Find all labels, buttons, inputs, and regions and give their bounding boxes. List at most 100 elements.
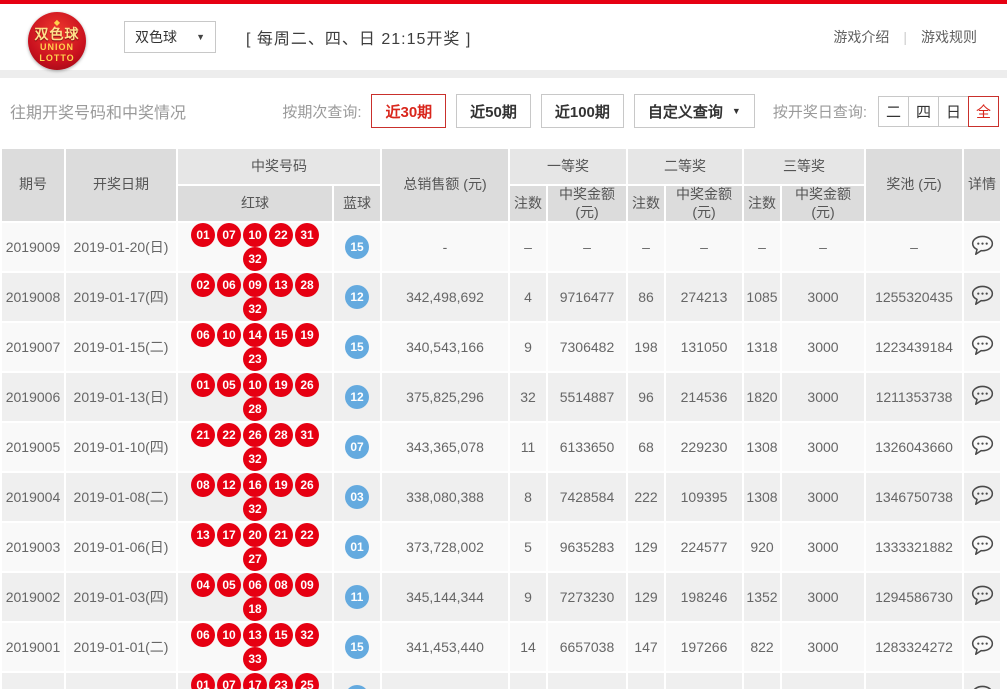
cell-first-count: –	[509, 222, 547, 272]
comment-icon	[971, 635, 994, 656]
detail-comment-button[interactable]	[971, 385, 994, 406]
cell-pool: 1333321882	[865, 522, 963, 572]
cell-first-amount: 6657038	[547, 622, 627, 672]
detail-comment-button[interactable]	[971, 585, 994, 606]
cell-total-sales: 343,365,078	[381, 422, 509, 472]
links-divider: |	[903, 29, 907, 45]
red-ball: 16	[243, 473, 267, 497]
cell-third-count: 1352	[743, 572, 781, 622]
cell-total-sales: 375,825,296	[381, 372, 509, 422]
results-table-body: 20190092019-01-20(日)01071022313215-–––––…	[1, 222, 1001, 689]
detail-comment-button[interactable]	[971, 685, 994, 689]
detail-comment-button[interactable]	[971, 285, 994, 306]
cell-first-count: 5	[509, 522, 547, 572]
cell-date: 2019-01-08(二)	[65, 472, 177, 522]
cell-second-count: 86	[627, 272, 665, 322]
red-ball: 06	[191, 623, 215, 647]
blue-ball: 15	[345, 335, 369, 359]
blue-ball: 03	[345, 485, 369, 509]
cell-second-count: 96	[627, 372, 665, 422]
game-select-value: 双色球	[135, 27, 177, 47]
red-ball: 04	[191, 573, 215, 597]
cell-date: 2019-01-10(四)	[65, 422, 177, 472]
cell-red-balls: 010717232531	[177, 672, 333, 689]
day-filter-button[interactable]: 二	[878, 96, 909, 127]
cell-red-balls: 212226283132	[177, 422, 333, 472]
red-ball: 10	[243, 223, 267, 247]
cell-detail	[963, 222, 1001, 272]
cell-pool: 1211353738	[865, 372, 963, 422]
nav-link-game-intro[interactable]: 游戏介绍	[833, 27, 889, 47]
cell-third-amount: 3000	[781, 622, 865, 672]
cell-third-amount: 3000	[781, 572, 865, 622]
period-filter-button[interactable]: 近50期	[456, 94, 531, 128]
nav-link-game-rules[interactable]: 游戏规则	[921, 27, 977, 47]
red-ball: 23	[243, 347, 267, 371]
blue-ball: 12	[345, 285, 369, 309]
cell-second-amount: 205313	[665, 672, 743, 689]
table-row: 20190052019-01-10(四)21222628313207343,36…	[1, 422, 1001, 472]
red-ball: 05	[217, 573, 241, 597]
red-ball: 01	[191, 673, 215, 689]
cell-pool: 1294586730	[865, 572, 963, 622]
cell-blue-ball: 01	[333, 522, 381, 572]
red-ball: 07	[217, 673, 241, 689]
cell-second-amount: 274213	[665, 272, 743, 322]
cell-third-count: 1318	[743, 322, 781, 372]
cell-red-balls: 131720212227	[177, 522, 333, 572]
red-ball: 27	[243, 547, 267, 571]
custom-query-button[interactable]: 自定义查询▼	[634, 94, 755, 128]
period-query-label: 按期次查询:	[282, 101, 361, 122]
comment-icon	[971, 485, 994, 506]
cell-third-count: 822	[743, 622, 781, 672]
button-label: 自定义查询	[648, 101, 723, 122]
cell-first-amount: 7428584	[547, 472, 627, 522]
day-filter-button[interactable]: 四	[908, 96, 939, 127]
col-second-amount-header: 中奖金额 (元)	[665, 185, 743, 222]
cell-date: 2019-01-17(四)	[65, 272, 177, 322]
table-row: 20190022019-01-03(四)04050608091811345,14…	[1, 572, 1001, 622]
period-filter-button[interactable]: 近100期	[541, 94, 624, 128]
detail-comment-button[interactable]	[971, 235, 994, 256]
red-ball: 32	[243, 297, 267, 321]
table-row: 20181532018-12-30(日)01071723253111363,66…	[1, 672, 1001, 689]
comment-icon	[971, 585, 994, 606]
red-ball: 13	[269, 273, 293, 297]
cell-third-amount: 3000	[781, 522, 865, 572]
detail-comment-button[interactable]	[971, 335, 994, 356]
cell-red-balls: 081216192632	[177, 472, 333, 522]
cell-blue-ball: 11	[333, 572, 381, 622]
cell-first-count: 11	[509, 422, 547, 472]
header-links: 游戏介绍 | 游戏规则	[833, 27, 977, 47]
cell-blue-ball: 12	[333, 372, 381, 422]
red-ball: 06	[243, 573, 267, 597]
cell-first-amount: 7306482	[547, 322, 627, 372]
comment-icon	[971, 285, 994, 306]
day-filter-button[interactable]: 全	[968, 96, 999, 127]
period-filter-button[interactable]: 近30期	[371, 94, 446, 128]
red-ball: 19	[295, 323, 319, 347]
cell-red-balls: 061013153233	[177, 622, 333, 672]
cell-first-count: 32	[509, 372, 547, 422]
cell-first-amount: –	[547, 222, 627, 272]
cell-blue-ball: 15	[333, 622, 381, 672]
game-select[interactable]: 双色球 ▼	[124, 21, 216, 53]
red-ball: 22	[295, 523, 319, 547]
red-ball: 28	[295, 273, 319, 297]
detail-comment-button[interactable]	[971, 435, 994, 456]
col-total-sales-header: 总销售额 (元)	[381, 148, 509, 222]
cell-date: 2019-01-20(日)	[65, 222, 177, 272]
detail-comment-button[interactable]	[971, 535, 994, 556]
cell-period: 2019006	[1, 372, 65, 422]
cell-third-count: –	[743, 222, 781, 272]
cell-third-amount: 3000	[781, 272, 865, 322]
cell-total-sales: 338,080,388	[381, 472, 509, 522]
cell-detail	[963, 422, 1001, 472]
table-row: 20190072019-01-15(二)06101415192315340,54…	[1, 322, 1001, 372]
col-first-count-header: 注数	[509, 185, 547, 222]
red-ball: 31	[295, 223, 319, 247]
day-filter-button[interactable]: 日	[938, 96, 969, 127]
detail-comment-button[interactable]	[971, 635, 994, 656]
detail-comment-button[interactable]	[971, 485, 994, 506]
table-row: 20190092019-01-20(日)01071022313215-–––––…	[1, 222, 1001, 272]
